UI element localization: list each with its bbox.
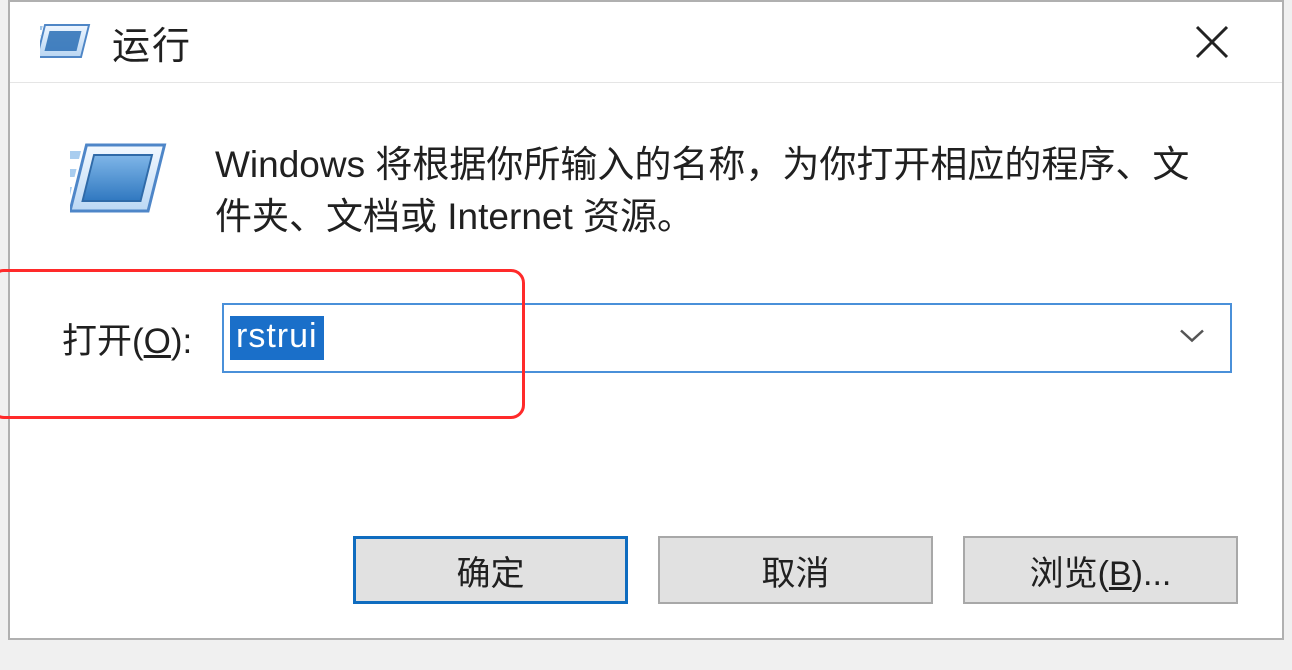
chevron-down-icon: [1178, 327, 1206, 350]
browse-button[interactable]: 浏览(B)...: [963, 536, 1238, 604]
open-label: 打开(O):: [60, 313, 222, 364]
ok-button[interactable]: 确定: [353, 536, 628, 604]
close-icon: [1193, 23, 1231, 61]
run-large-icon: [70, 139, 170, 224]
info-row: Windows 将根据你所输入的名称，为你打开相应的程序、文件夹、文档或 Int…: [60, 139, 1232, 243]
open-label-suffix: ):: [171, 322, 192, 361]
run-dialog: 运行: [8, 0, 1284, 640]
browse-button-label: 浏览(B)...: [1030, 546, 1172, 595]
title-bar: 运行: [10, 2, 1282, 82]
dialog-body: Windows 将根据你所输入的名称，为你打开相应的程序、文件夹、文档或 Int…: [10, 84, 1282, 373]
open-combobox[interactable]: rstrui: [222, 303, 1232, 373]
open-label-prefix: 打开(: [62, 322, 144, 361]
cancel-button[interactable]: 取消: [658, 536, 933, 604]
open-label-hotkey: O: [144, 322, 171, 361]
open-input-value: rstrui: [230, 316, 324, 359]
description-text: Windows 将根据你所输入的名称，为你打开相应的程序、文件夹、文档或 Int…: [215, 139, 1225, 243]
button-row: 确定 取消 浏览(B)...: [353, 536, 1238, 604]
close-button[interactable]: [1172, 2, 1252, 82]
dialog-title: 运行: [112, 15, 192, 70]
cancel-button-label: 取消: [762, 546, 830, 595]
ok-button-label: 确定: [457, 546, 525, 595]
run-icon: [40, 21, 94, 63]
open-row: 打开(O): rstrui: [60, 303, 1232, 373]
